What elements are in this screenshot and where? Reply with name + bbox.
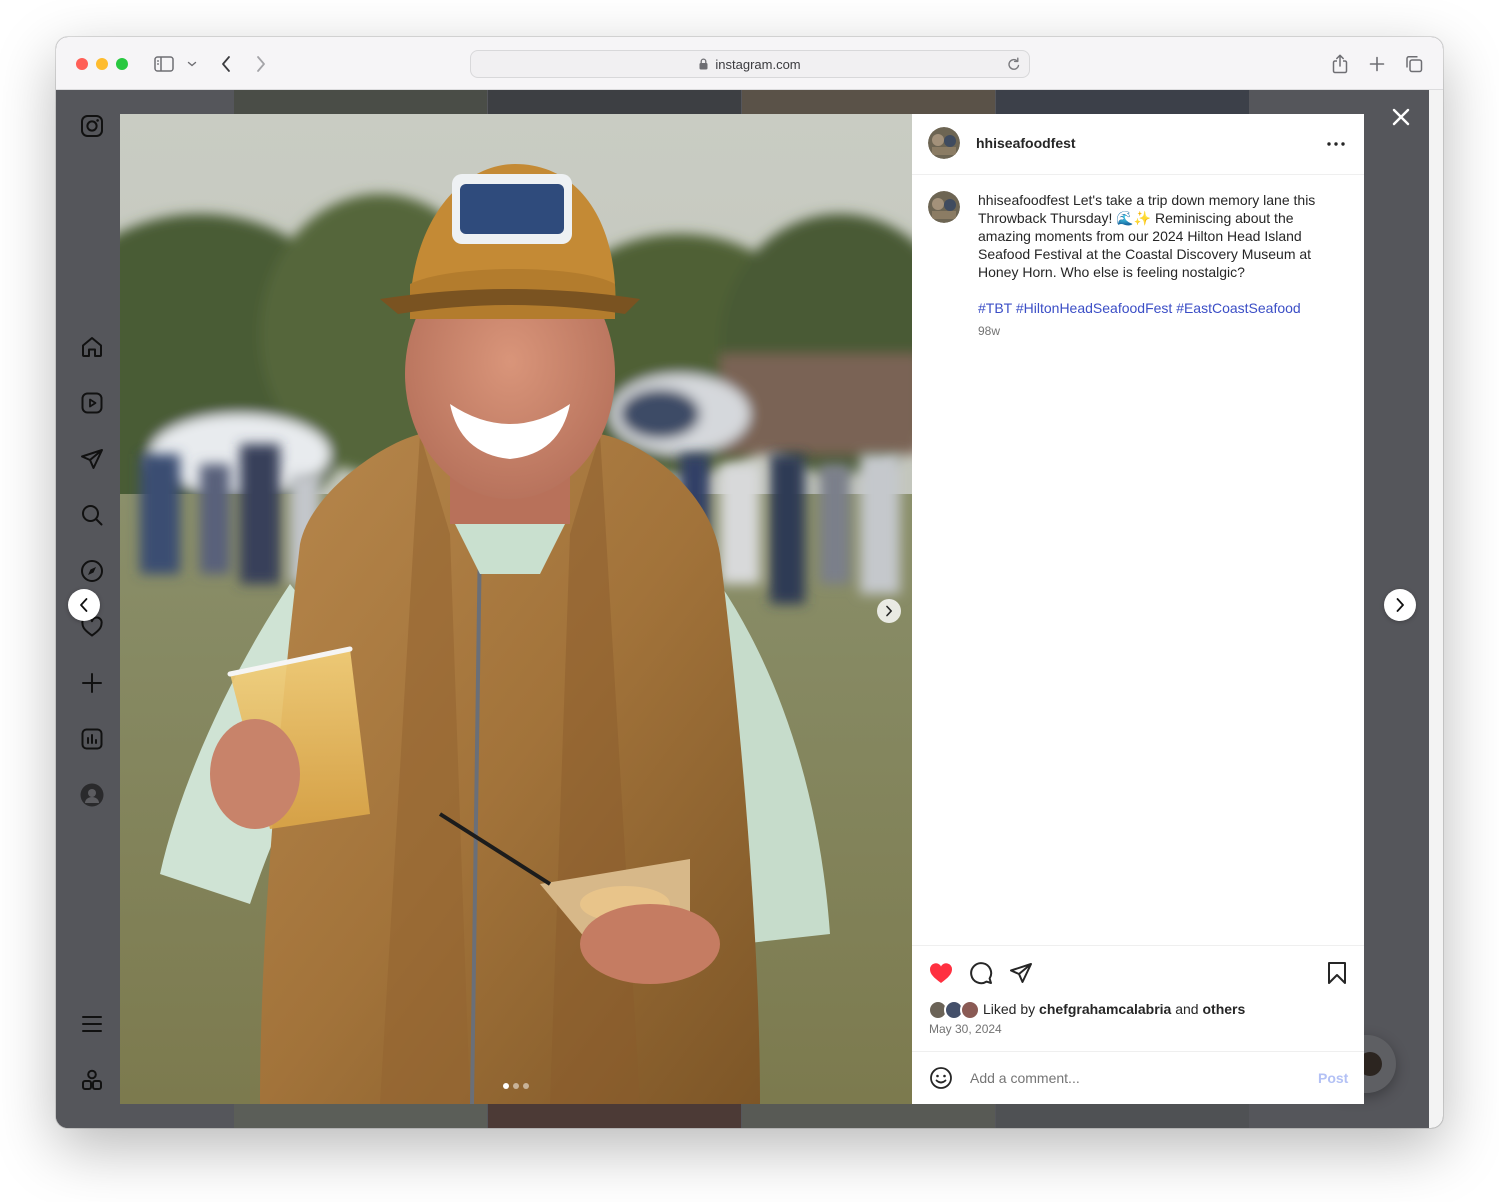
carousel-dot <box>503 1083 509 1089</box>
scrollbar[interactable] <box>1429 90 1443 1128</box>
share-icon[interactable] <box>1328 52 1352 76</box>
liked-by-prefix: Liked by <box>983 1001 1040 1017</box>
reels-icon[interactable] <box>78 389 106 417</box>
emoji-icon[interactable] <box>928 1065 954 1091</box>
address-bar[interactable]: instagram.com <box>470 50 1030 78</box>
chevron-right-icon <box>1395 597 1405 613</box>
lock-icon <box>699 58 708 70</box>
hashtags[interactable]: #TBT #HiltonHeadSeafoodFest #EastCoastSe… <box>978 299 1338 317</box>
grid-thumbnail[interactable] <box>996 90 1249 114</box>
messages-icon[interactable] <box>78 445 106 473</box>
grid-thumbnail[interactable] <box>996 1104 1249 1128</box>
post-date[interactable]: May 30, 2024 <box>929 1022 1002 1036</box>
more-menu-icon[interactable] <box>78 1010 106 1038</box>
more-horizontal-icon[interactable] <box>1324 136 1348 152</box>
carousel-dots <box>503 1083 529 1089</box>
carousel-dot <box>513 1083 519 1089</box>
comment-input[interactable] <box>968 1066 1288 1090</box>
grid-thumbnail[interactable] <box>488 1104 741 1128</box>
chevron-left-icon <box>79 597 89 613</box>
close-icon[interactable] <box>1388 104 1414 130</box>
liked-by-avatars[interactable] <box>928 1000 980 1020</box>
grid-thumbnail[interactable] <box>234 1104 487 1128</box>
post-age: 98w <box>978 324 1001 338</box>
post-actions <box>912 945 1364 946</box>
browser-window: instagram.com hhiseafoodfest hhiseafoodf… <box>56 37 1443 1128</box>
dashboard-icon[interactable] <box>78 725 106 753</box>
post-header: hhiseafoodfest <box>912 114 1364 175</box>
liked-by-others-link[interactable]: others <box>1202 1001 1245 1017</box>
also-from-meta-icon[interactable] <box>78 1066 106 1094</box>
caption-username[interactable]: hhiseafoodfest <box>978 192 1069 208</box>
grid-thumbnail[interactable] <box>488 90 741 114</box>
comment-icon[interactable] <box>968 960 994 986</box>
browser-toolbar: instagram.com <box>56 37 1443 90</box>
liked-by-and: and <box>1171 1001 1203 1017</box>
liked-by-text: Liked by chefgrahamcalabria and others <box>983 1001 1245 1017</box>
create-icon[interactable] <box>78 669 106 697</box>
bookmark-icon[interactable] <box>1324 960 1350 986</box>
share-post-icon[interactable] <box>1008 960 1034 986</box>
comment-bar: Post <box>912 1051 1364 1104</box>
carousel-dot <box>523 1083 529 1089</box>
page-content: hhiseafoodfest hhiseafoodfest Let's take… <box>56 90 1429 1128</box>
chevron-down-icon[interactable] <box>181 52 203 76</box>
liked-by-user-link[interactable]: chefgrahamcalabria <box>1039 1001 1171 1017</box>
grid-thumbnail[interactable] <box>234 90 487 114</box>
profile-avatar[interactable] <box>78 781 106 809</box>
post-comment-button[interactable]: Post <box>1318 1070 1348 1086</box>
url-text: instagram.com <box>715 56 801 72</box>
carousel-next-button[interactable] <box>877 599 901 623</box>
explore-icon[interactable] <box>78 557 106 585</box>
grid-thumbnail[interactable] <box>742 90 995 114</box>
close-window-button[interactable] <box>76 58 88 70</box>
forward-icon[interactable] <box>249 52 273 76</box>
post-caption: hhiseafoodfest Let's take a trip down me… <box>978 191 1338 281</box>
zoom-window-button[interactable] <box>116 58 128 70</box>
previous-post-button[interactable] <box>68 589 100 621</box>
new-tab-icon[interactable] <box>1365 52 1389 76</box>
minimize-window-button[interactable] <box>96 58 108 70</box>
next-post-button[interactable] <box>1384 589 1416 621</box>
avatar[interactable] <box>928 191 960 223</box>
home-icon[interactable] <box>78 333 106 361</box>
tabs-overview-icon[interactable] <box>1402 52 1426 76</box>
heart-filled-icon[interactable] <box>928 960 954 986</box>
search-icon[interactable] <box>78 501 106 529</box>
grid-thumbnail[interactable] <box>742 1104 995 1128</box>
post-details-panel: hhiseafoodfest hhiseafoodfest Let's take… <box>912 114 1364 1104</box>
instagram-icon[interactable] <box>78 112 106 140</box>
avatar[interactable] <box>928 127 960 159</box>
username-link[interactable]: hhiseafoodfest <box>976 135 1076 151</box>
reload-icon[interactable] <box>1007 57 1021 72</box>
post-image <box>120 114 912 1104</box>
avatar <box>960 1000 980 1020</box>
post-photo <box>120 114 912 1104</box>
chevron-right-icon <box>885 605 893 617</box>
back-icon[interactable] <box>214 52 238 76</box>
sidebar-toggle-icon[interactable] <box>152 52 176 76</box>
